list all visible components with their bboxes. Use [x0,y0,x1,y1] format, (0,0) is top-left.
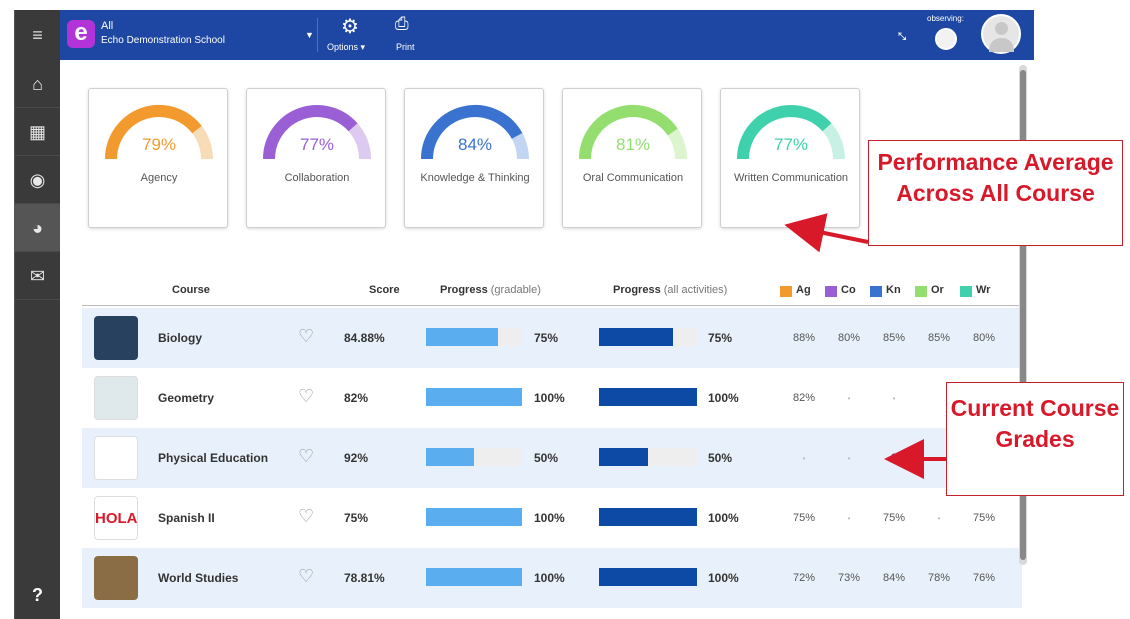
performance-callout: Performance Average Across All Course [868,140,1123,246]
grades-callout: Current Course Grades [946,382,1124,496]
annotation-arrows [784,213,946,479]
arrow-to-cards [784,213,869,253]
